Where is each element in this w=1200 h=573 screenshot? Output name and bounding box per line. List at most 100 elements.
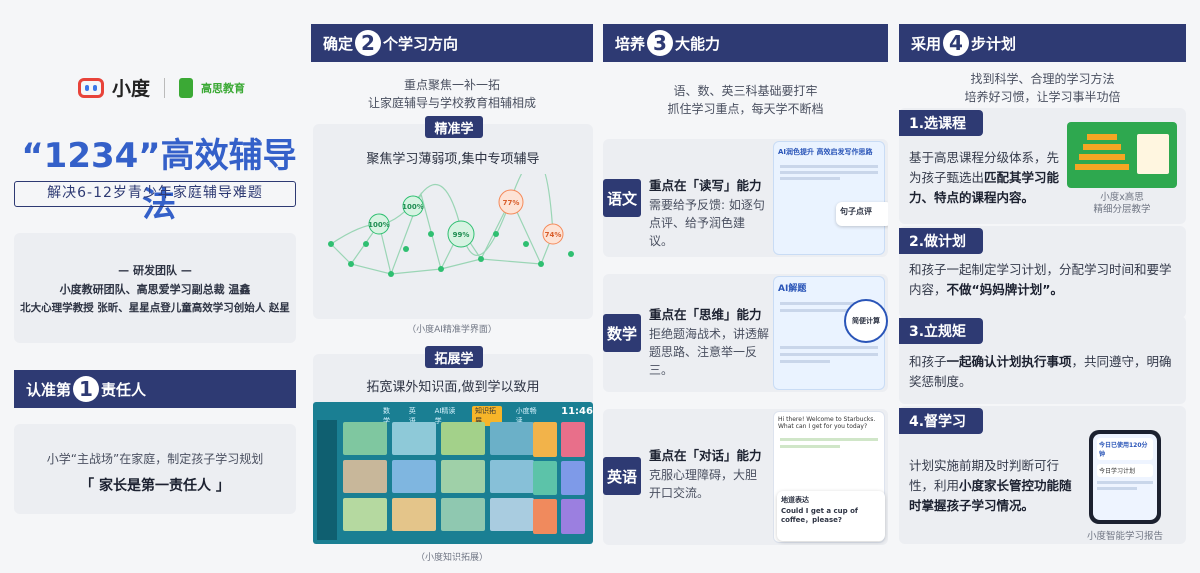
subject-math-text: 重点在「思维」能力 拒绝题海战术，讲透解题思路、注意举一反三。 [649, 304, 771, 379]
step4-header: 采用 4 步计划 [899, 24, 1186, 62]
tablet-tile[interactable] [392, 460, 436, 493]
subject-math-body: 拒绝题海战术，讲透解题思路、注意举一反三。 [649, 327, 770, 377]
subject-math: 数学 重点在「思维」能力 拒绝题海战术，讲透解题思路、注意举一反三。 AI解题 … [603, 274, 888, 392]
step3-header: 培养 3 大能力 [603, 24, 888, 62]
step2-number: 2 [355, 30, 382, 56]
plan-step-1-caption: 小度x高思 精细分层教学 [1093, 192, 1151, 215]
precision-panel: 精准学 聚焦学习薄弱项,集中专项辅导 100% 100% 99% 77% 74% [313, 116, 593, 319]
course-pyramid [1067, 122, 1177, 188]
tablet-tile[interactable] [392, 498, 436, 531]
step4-number: 4 [943, 30, 970, 56]
subject-english: 英语 重点在「对话」能力 克服心理障碍，大胆开口交流。 Hi there! We… [603, 409, 888, 545]
xiaodu-brand: 小度 [112, 78, 151, 100]
plan-step-4-text: 计划实施前期及时判断可行性，利用小度家长管控功能随时掌握孩子学习情况。 [909, 456, 1079, 516]
hero-title: “1234”高效辅导法 [21, 136, 297, 225]
plan-step-2: 2.做计划 和孩子一起制定学习计划，分配学习时间和要学内容，不做“妈妈牌计划”。 [899, 226, 1186, 318]
step1-text: 小学“主战场”在家庭，制定孩子学习规划 [46, 452, 264, 466]
step1-header-pre: 认准第 [26, 380, 72, 399]
extend-caption: （小度知识拓展） [415, 553, 488, 563]
team-line-1: 小度教研团队、高思爱学习副总裁 温鑫 [59, 283, 251, 296]
tablet-tile[interactable] [490, 460, 534, 493]
phone-plan: 今日学习计划 [1097, 464, 1153, 477]
team-heading: — 研发团队 — [118, 264, 192, 277]
tablet-tile[interactable] [490, 422, 534, 455]
step3-header-pre: 培养 [615, 34, 646, 53]
tablet-tile[interactable] [343, 422, 387, 455]
tablet-screen: 数学 英语 AI精读学 知识拓展 小度畅读 11:46 [313, 402, 593, 544]
map-pct-4: 77% [503, 199, 520, 207]
math-mock: AI解题 简便计算 [773, 276, 888, 390]
subject-math-tag: 数学 [603, 314, 641, 352]
step3-number: 3 [647, 30, 674, 56]
abilities-column: 培养 3 大能力 语、数、英三科基础要打牢 抓住学习重点，每天学不断档 语文 重点在… [603, 24, 888, 573]
precision-caption: （小度AI精准学界面） [407, 325, 497, 335]
step2-header-pre: 确定 [323, 34, 354, 53]
tablet-side-tiles [533, 422, 585, 534]
english-bubble: 地道表达 Could I get a cup of coffee，please? [777, 491, 885, 541]
subject-english-head: 重点在「对话」能力 [649, 448, 762, 463]
phone-usage: 今日已使用120分钟 [1097, 438, 1153, 460]
plan-column: 采用 4 步计划 找到科学、合理的学习方法 培养好习惯，让学习事半功倍 1.选课程 … [899, 24, 1186, 573]
knowledge-map-graph: 100% 100% 99% 77% 74% [328, 158, 574, 277]
step1-header-post: 责任人 [101, 380, 147, 399]
plan-step-3: 3.立规矩 和孩子一起确认计划执行事项，共同遵守，明确奖惩制度。 [899, 316, 1186, 404]
team-panel: — 研发团队 — 小度教研团队、高思爱学习副总裁 温鑫 北大心理学教授 张昕、星… [14, 233, 296, 343]
knowledge-map: 100% 100% 99% 77% 74% [321, 158, 585, 304]
step2-sub-1: 重点聚焦一补一拓 [403, 78, 500, 92]
precision-desc: 聚焦学习薄弱项,集中专项辅导 [366, 152, 540, 167]
gaosi-brand: 高思教育 [201, 81, 246, 95]
plan-step-4: 4.督学习 计划实施前期及时判断可行性，利用小度家长管控功能随时掌握孩子学习情况… [899, 406, 1186, 544]
plan-step-4-caption: 小度智能学习报告 [1086, 531, 1163, 542]
plan-step-2-b1: 不做“妈妈牌计划”。 [946, 282, 1063, 297]
english-mock-title: Hi there! Welcome to Starbucks. What can… [778, 416, 876, 430]
subject-chinese-tag: 语文 [603, 179, 641, 217]
step1-header: 认准第 1 责任人 [14, 370, 296, 408]
plan-step-1: 1.选课程 基于高思课程分级体系，先为孩子甄选出匹配其学习能力、特点的课程内容。… [899, 108, 1186, 224]
map-pct-1: 100% [368, 221, 390, 229]
step1-number: 1 [73, 376, 100, 402]
tablet-tile[interactable] [441, 422, 485, 455]
math-mock-title: AI解题 [778, 284, 807, 294]
map-pct-3: 99% [453, 231, 470, 239]
math-magnifier: 简便计算 [844, 299, 888, 343]
tablet-tile[interactable] [343, 460, 387, 493]
subject-chinese-body: 需要给予反馈: 如逐句点评、给予润色建议。 [649, 198, 765, 248]
tablet-tile[interactable] [392, 422, 436, 455]
english-bubble-title: 地道表达 [781, 496, 809, 504]
plan-step-3-title: 3.立规矩 [899, 318, 983, 344]
plan-step-1-title: 1.选课程 [899, 110, 983, 136]
chinese-mock-title: AI润色提升 高效启发写作思路 [778, 148, 873, 156]
step4-sub-2: 培养好习惯，让学习事半功倍 [964, 90, 1121, 104]
tablet-tile[interactable] [441, 460, 485, 493]
subject-chinese: 语文 重点在「读写」能力 需要给予反馈: 如逐句点评、给予润色建议。 AI润色提… [603, 139, 888, 257]
english-bubble-text: Could I get a cup of coffee，please? [781, 507, 858, 524]
step2-header-post: 个学习方向 [383, 34, 459, 53]
step4-header-post: 步计划 [971, 34, 1017, 53]
directions-column: 确定 2 个学习方向 重点聚焦一补一拓 让家庭辅导与学校教育相辅相成 精准学 聚焦学… [311, 24, 593, 573]
step4-sub-1: 找到科学、合理的学习方法 [970, 72, 1115, 86]
tablet-tile[interactable] [343, 498, 387, 531]
tablet-grid [343, 422, 534, 531]
brand-row: 小度 高思教育 [78, 74, 245, 101]
team-line-2: 北大心理学教授 张昕、星星点登儿童高效学习创始人 赵星 [20, 302, 290, 314]
step2-sub-2: 让家庭辅导与学校教育相辅相成 [367, 96, 536, 110]
plan-step-2-text: 和孩子一起制定学习计划，分配学习时间和要学内容，不做“妈妈牌计划”。 [909, 260, 1177, 300]
plan-step-4-title: 4.督学习 [899, 408, 983, 434]
subject-chinese-head: 重点在「读写」能力 [649, 178, 762, 193]
subject-english-text: 重点在「对话」能力 克服心理障碍，大胆开口交流。 [649, 445, 767, 502]
step1-panel: 小学“主战场”在家庭，制定孩子学习规划 「 家长是第一责任人 」 [14, 424, 296, 514]
tablet-tile[interactable] [441, 498, 485, 531]
tablet-tile[interactable] [490, 498, 534, 531]
tablet-sidebar [317, 420, 337, 540]
plan-step-3-t1: 和孩子 [909, 354, 947, 369]
chinese-bubble: 句子点评 [836, 202, 888, 226]
step1-quote: 「 家长是第一责任人 」 [80, 478, 230, 494]
step4-header-pre: 采用 [911, 34, 942, 53]
plan-step-3-text: 和孩子一起确认计划执行事项，共同遵守，明确奖惩制度。 [909, 352, 1177, 392]
map-pct-2: 100% [402, 203, 424, 211]
step3-sub-2: 抓住学习重点，每天学不断档 [667, 102, 824, 116]
subject-math-head: 重点在「思维」能力 [649, 307, 762, 322]
gaosi-logo-icon [179, 77, 194, 98]
step3-header-post: 大能力 [675, 34, 721, 53]
chinese-mock: AI润色提升 高效启发写作思路 句子点评 [773, 141, 888, 255]
